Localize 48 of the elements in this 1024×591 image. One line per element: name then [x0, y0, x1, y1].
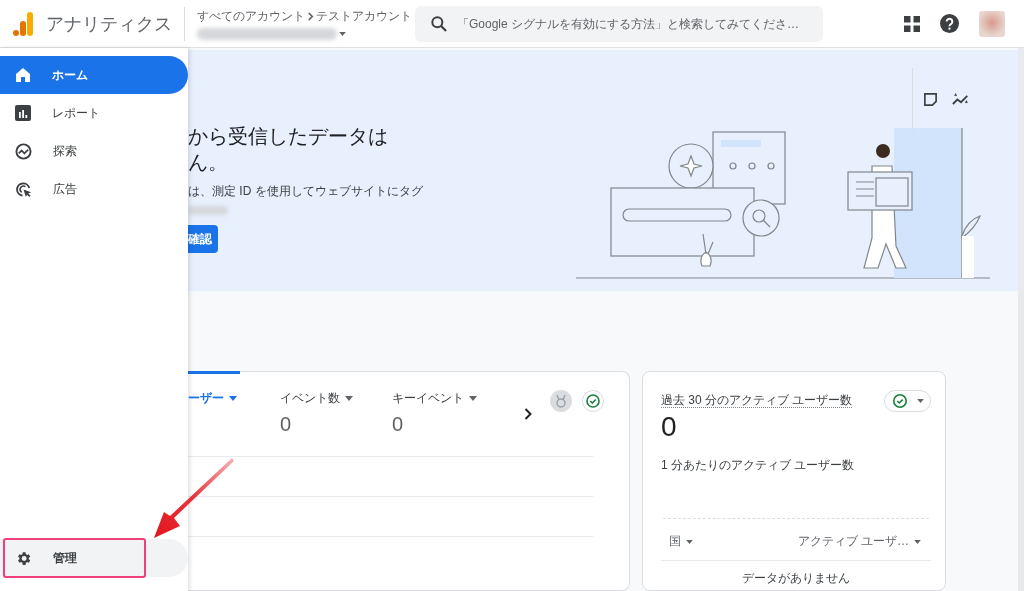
- banner-heading: ん。: [188, 150, 228, 175]
- nav-item[interactable]: 探索: [0, 132, 188, 170]
- column-header[interactable]: 国: [669, 533, 693, 550]
- caret-icon: [916, 399, 924, 403]
- check-circle-icon: [891, 393, 908, 409]
- nav-item[interactable]: レポート: [0, 94, 188, 132]
- chevron-right-icon[interactable]: [524, 408, 532, 420]
- caret-icon[interactable]: [339, 31, 346, 36]
- caret-icon: [914, 539, 921, 544]
- redacted-text: [188, 206, 228, 215]
- banner-text: は、測定 ID を使用してウェブサイトにタグ: [188, 183, 423, 200]
- metric-tab[interactable]: キーイベント: [392, 390, 477, 407]
- metric-tab[interactable]: イベント数: [280, 390, 353, 407]
- search-field[interactable]: 「Google シグナルを有効にする方法」と検索してみてくださ…: [415, 5, 823, 42]
- explore-icon: [15, 142, 32, 160]
- status-dropdown[interactable]: [884, 390, 931, 412]
- home-icon: [15, 67, 31, 83]
- caret-icon: [469, 396, 477, 401]
- breadcrumb-link[interactable]: テストアカウント: [316, 7, 412, 25]
- caret-icon: [229, 396, 237, 401]
- badge-icon[interactable]: [550, 390, 572, 412]
- card-title[interactable]: 過去 30 分のアクティブ ユーザー数: [661, 393, 853, 408]
- confirm-button[interactable]: 確認: [188, 225, 218, 253]
- nav-item[interactable]: 管理: [0, 539, 188, 577]
- chart-title: 1 分あたりのアクティブ ユーザー数: [661, 457, 856, 474]
- empty-message: データがありません: [742, 570, 850, 587]
- product-name: アナリティクス: [46, 12, 172, 36]
- caret-icon: [345, 396, 353, 401]
- nav-item[interactable]: ホーム: [0, 56, 188, 94]
- target-cursor-icon: [15, 180, 32, 198]
- check-circle-icon[interactable]: [582, 390, 604, 412]
- breadcrumb-link[interactable]: すべてのアカウント: [197, 7, 305, 25]
- settings-icon: [15, 549, 32, 567]
- note-icon[interactable]: [923, 92, 938, 107]
- caret-icon: [686, 539, 693, 544]
- help-icon[interactable]: [940, 14, 959, 33]
- analytics-logo-icon: [13, 11, 33, 36]
- apps-icon[interactable]: [904, 15, 920, 32]
- banner-heading: から受信したデータは: [188, 124, 388, 149]
- column-header[interactable]: アクティブ ユーザ…: [797, 533, 921, 550]
- metric-tab[interactable]: ーザー: [188, 390, 237, 407]
- bar-chart-icon: [15, 105, 31, 121]
- chevron-right-icon: [307, 11, 314, 21]
- metric-value: 0: [280, 413, 293, 436]
- insights-icon[interactable]: [952, 92, 970, 107]
- metric-value: 0: [661, 411, 678, 443]
- nav-item[interactable]: 広告: [0, 170, 188, 208]
- metric-value: 0: [392, 413, 405, 436]
